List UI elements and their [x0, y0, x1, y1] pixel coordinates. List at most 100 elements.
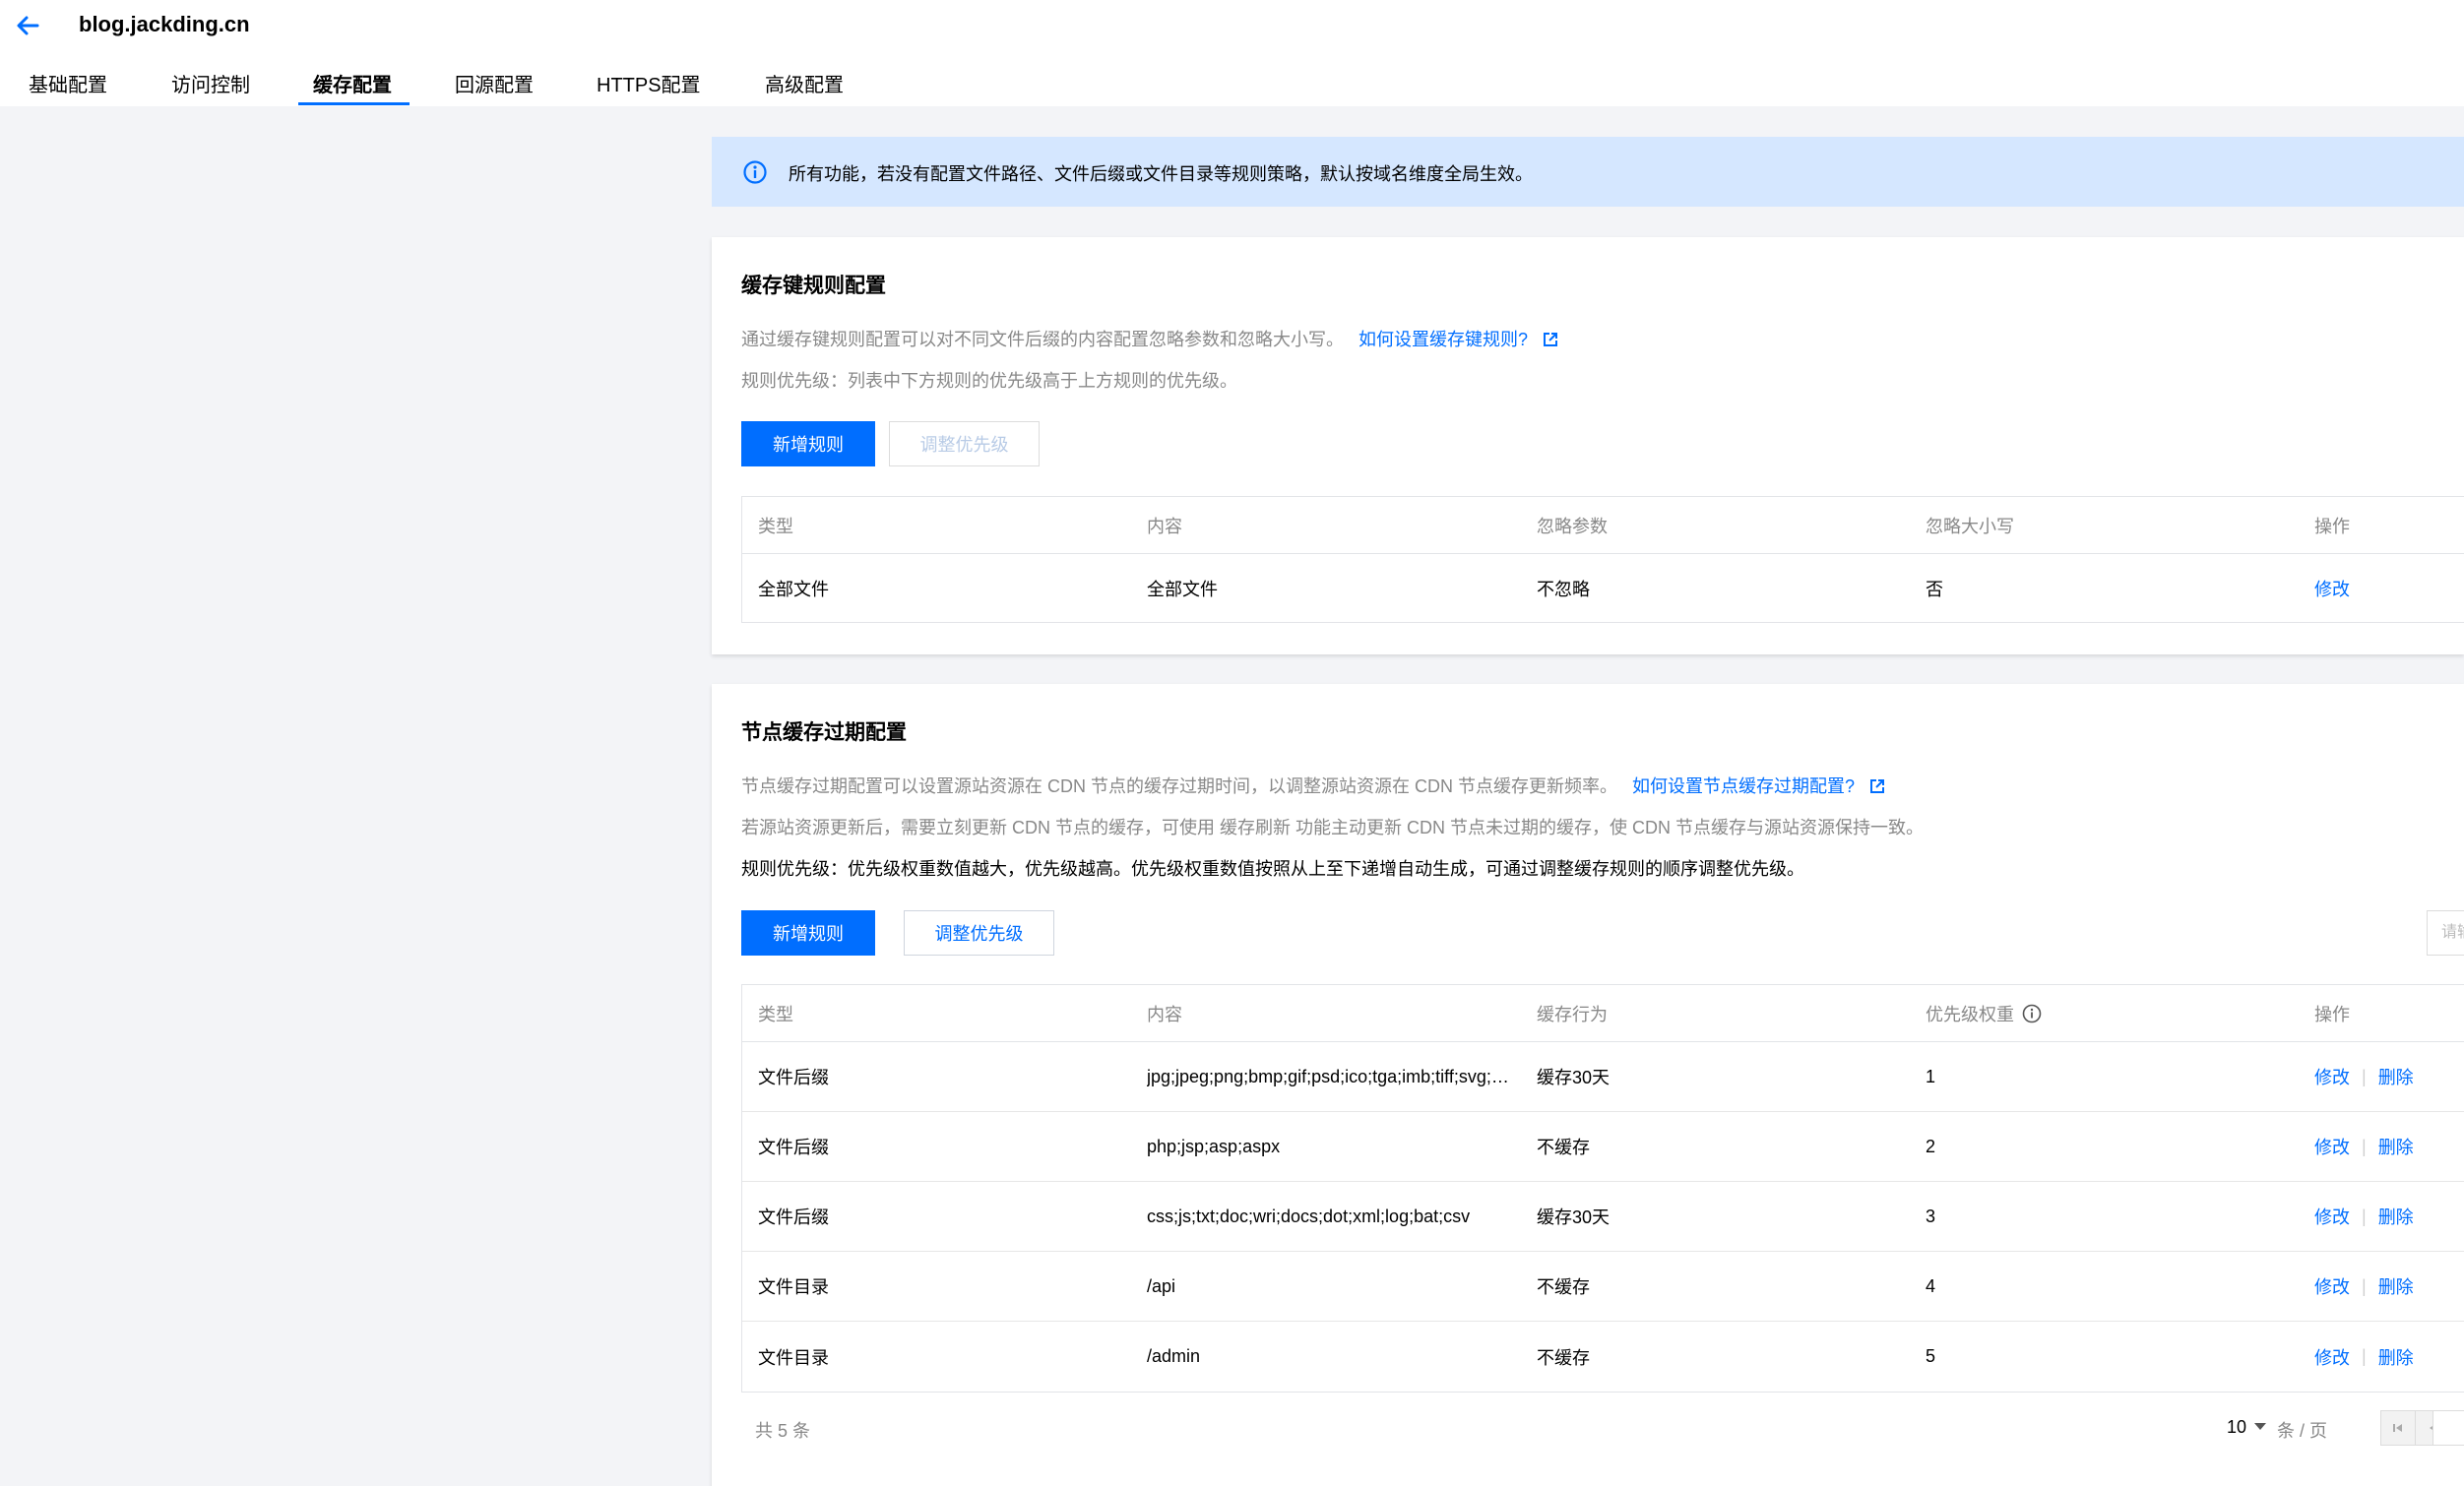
- first-page-icon: [2393, 1424, 2402, 1432]
- action-separator: |: [2362, 1206, 2367, 1226]
- cell-weight: 1: [1926, 1066, 1936, 1086]
- delete-link[interactable]: 删除: [2378, 1204, 2414, 1229]
- delete-link[interactable]: 删除: [2378, 1064, 2414, 1089]
- external-link-icon[interactable]: [1869, 778, 1885, 794]
- tab-origin-config[interactable]: 回源配置: [455, 69, 534, 97]
- edit-link[interactable]: 修改: [2314, 1273, 2350, 1299]
- edit-link[interactable]: 修改: [2314, 1064, 2350, 1089]
- cell-type: 文件目录: [758, 1277, 829, 1297]
- action-separator: |: [2362, 1136, 2367, 1156]
- tab-cache-config[interactable]: 缓存配置: [313, 69, 392, 97]
- table-row: 文件目录 /admin 不缓存 5 修改 | 删除: [742, 1322, 2464, 1392]
- column-header: 类型: [758, 516, 793, 536]
- page-size-value: 10: [2227, 1417, 2247, 1437]
- column-header: 内容: [1147, 516, 1182, 536]
- info-icon[interactable]: [2022, 1004, 2042, 1023]
- section-description: 通过缓存键规则配置可以对不同文件后缀的内容配置忽略参数和忽略大小写。 如何设置缓…: [741, 326, 1558, 351]
- edit-link[interactable]: 修改: [2314, 576, 2350, 601]
- cell-content: php;jsp;asp;aspx: [1147, 1112, 1280, 1181]
- edit-link[interactable]: 修改: [2314, 1134, 2350, 1159]
- table-row: 全部文件 全部文件 不忽略 否 修改: [742, 554, 2464, 622]
- cell-weight: 3: [1926, 1206, 1936, 1226]
- column-header: 类型: [758, 1004, 793, 1024]
- active-tab-indicator: [298, 102, 410, 105]
- tab-basic-config[interactable]: 基础配置: [29, 69, 107, 97]
- cell-actions: 修改 | 删除: [2314, 1112, 2414, 1181]
- pagination-total: 共 5 条: [755, 1421, 811, 1441]
- column-header: 缓存行为: [1537, 1004, 1608, 1024]
- arrow-left-icon[interactable]: [14, 12, 41, 39]
- delete-link[interactable]: 删除: [2378, 1344, 2414, 1370]
- add-rule-button[interactable]: 新增规则: [741, 910, 875, 956]
- table-row: 文件后缀 php;jsp;asp;aspx 不缓存 2 修改 | 删除: [742, 1112, 2464, 1182]
- refresh-description: 若源站资源更新后，需要立刻更新 CDN 节点的缓存，可使用 缓存刷新 功能主动更…: [741, 818, 1924, 837]
- cell-content: /api: [1147, 1252, 1175, 1321]
- column-header: 忽略大小写: [1926, 516, 2014, 536]
- action-separator: |: [2362, 1275, 2367, 1296]
- tab-access-control[interactable]: 访问控制: [171, 69, 250, 97]
- cell-behavior: 不缓存: [1537, 1138, 1590, 1157]
- page-size-select[interactable]: 10: [2227, 1417, 2267, 1438]
- add-rule-button[interactable]: 新增规则: [741, 421, 875, 466]
- node-cache-table: 类型 内容 缓存行为 优先级权重 操作 文件后缀 jpg;jpeg;png;bm…: [741, 984, 2464, 1393]
- description-text: 节点缓存过期配置可以设置源站资源在 CDN 节点的缓存过期时间，以调整源站资源在…: [741, 776, 1617, 796]
- adjust-priority-button[interactable]: 调整优先级: [889, 421, 1040, 466]
- cell-content: 全部文件: [1147, 579, 1218, 599]
- priority-description: 规则优先级：列表中下方规则的优先级高于上方规则的优先级。: [741, 371, 1237, 391]
- content-text: /api: [1147, 1275, 1176, 1296]
- info-banner: 所有功能，若没有配置文件路径、文件后缀或文件目录等规则策略，默认按域名维度全局生…: [712, 137, 2464, 207]
- info-icon: [743, 160, 767, 184]
- cell-behavior: 缓存30天: [1537, 1068, 1611, 1087]
- description-text: 通过缓存键规则配置可以对不同文件后缀的内容配置忽略参数和忽略大小写。: [741, 330, 1344, 349]
- column-header: 忽略参数: [1537, 516, 1608, 536]
- cell-actions: 修改 | 删除: [2314, 1252, 2414, 1321]
- delete-link[interactable]: 删除: [2378, 1134, 2414, 1159]
- content-text: jpg;jpeg;png;bmp;gif;psd;ico;tga;imb;tif…: [1147, 1066, 1509, 1086]
- column-header: 优先级权重: [1926, 985, 2042, 1041]
- cell-weight: 5: [1926, 1346, 1936, 1366]
- action-separator: |: [2362, 1346, 2367, 1366]
- content-text: php;jsp;asp;aspx: [1147, 1136, 1281, 1156]
- edit-link[interactable]: 修改: [2314, 1204, 2350, 1229]
- help-link[interactable]: 如何设置缓存键规则?: [1358, 330, 1528, 349]
- edit-link[interactable]: 修改: [2314, 1344, 2350, 1370]
- top-header: blog.jackding.cn 基础配置 访问控制 缓存配置 回源配置 HTT…: [0, 0, 2464, 106]
- cell-behavior: 缓存30天: [1537, 1207, 1611, 1227]
- column-header-label: 优先级权重: [1926, 1004, 2014, 1024]
- content-text: /admin: [1147, 1346, 1201, 1366]
- cell-ignore-case: 否: [1926, 579, 1943, 599]
- search-input[interactable]: 请输: [2427, 910, 2464, 956]
- table-row: 文件后缀 css;js;txt;doc;wri;docs;dot;xml;log…: [742, 1182, 2464, 1252]
- first-page-button[interactable]: [2380, 1410, 2416, 1446]
- cell-content: /admin: [1147, 1322, 1200, 1392]
- cell-behavior: 不缓存: [1537, 1277, 1590, 1297]
- priority-description: 规则优先级：优先级权重数值越大，优先级越高。优先级权重数值按照从上至下递增自动生…: [741, 859, 1804, 879]
- cell-type: 文件后缀: [758, 1138, 829, 1157]
- table-header: 类型 内容 忽略参数 忽略大小写 操作: [742, 497, 2464, 554]
- page-title: blog.jackding.cn: [79, 12, 250, 36]
- adjust-priority-button[interactable]: 调整优先级: [904, 910, 1054, 956]
- page-number-input[interactable]: [2432, 1410, 2464, 1446]
- column-header: 操作: [2314, 516, 2350, 536]
- cell-type: 文件后缀: [758, 1207, 829, 1227]
- caret-down-icon: [2254, 1423, 2267, 1430]
- help-link[interactable]: 如何设置节点缓存过期配置?: [1632, 776, 1855, 796]
- cache-key-rules-card: 缓存键规则配置 通过缓存键规则配置可以对不同文件后缀的内容配置忽略参数和忽略大小…: [712, 237, 2464, 654]
- external-link-icon[interactable]: [1543, 332, 1558, 347]
- tab-advanced-config[interactable]: 高级配置: [765, 69, 844, 97]
- table-row: 文件目录 /api 不缓存 4 修改 | 删除: [742, 1252, 2464, 1322]
- section-title: 节点缓存过期配置: [741, 721, 907, 744]
- cell-weight: 4: [1926, 1275, 1936, 1296]
- tab-https-config[interactable]: HTTPS配置: [597, 69, 701, 97]
- cell-weight: 2: [1926, 1136, 1936, 1156]
- cell-type: 文件后缀: [758, 1068, 829, 1087]
- content-text: css;js;txt;doc;wri;docs;dot;xml;log;bat;…: [1147, 1206, 1471, 1226]
- node-cache-expiration-card: 节点缓存过期配置 节点缓存过期配置可以设置源站资源在 CDN 节点的缓存过期时间…: [712, 684, 2464, 1486]
- page-size-unit: 条 / 页: [2277, 1421, 2328, 1441]
- table-row: 文件后缀 jpg;jpeg;png;bmp;gif;psd;ico;tga;im…: [742, 1042, 2464, 1112]
- cache-key-table: 类型 内容 忽略参数 忽略大小写 操作 全部文件 全部文件 不忽略 否 修改: [741, 496, 2464, 623]
- cell-actions: 修改 | 删除: [2314, 1182, 2414, 1251]
- cell-actions: 修改: [2314, 554, 2350, 622]
- action-separator: |: [2362, 1066, 2367, 1086]
- delete-link[interactable]: 删除: [2378, 1273, 2414, 1299]
